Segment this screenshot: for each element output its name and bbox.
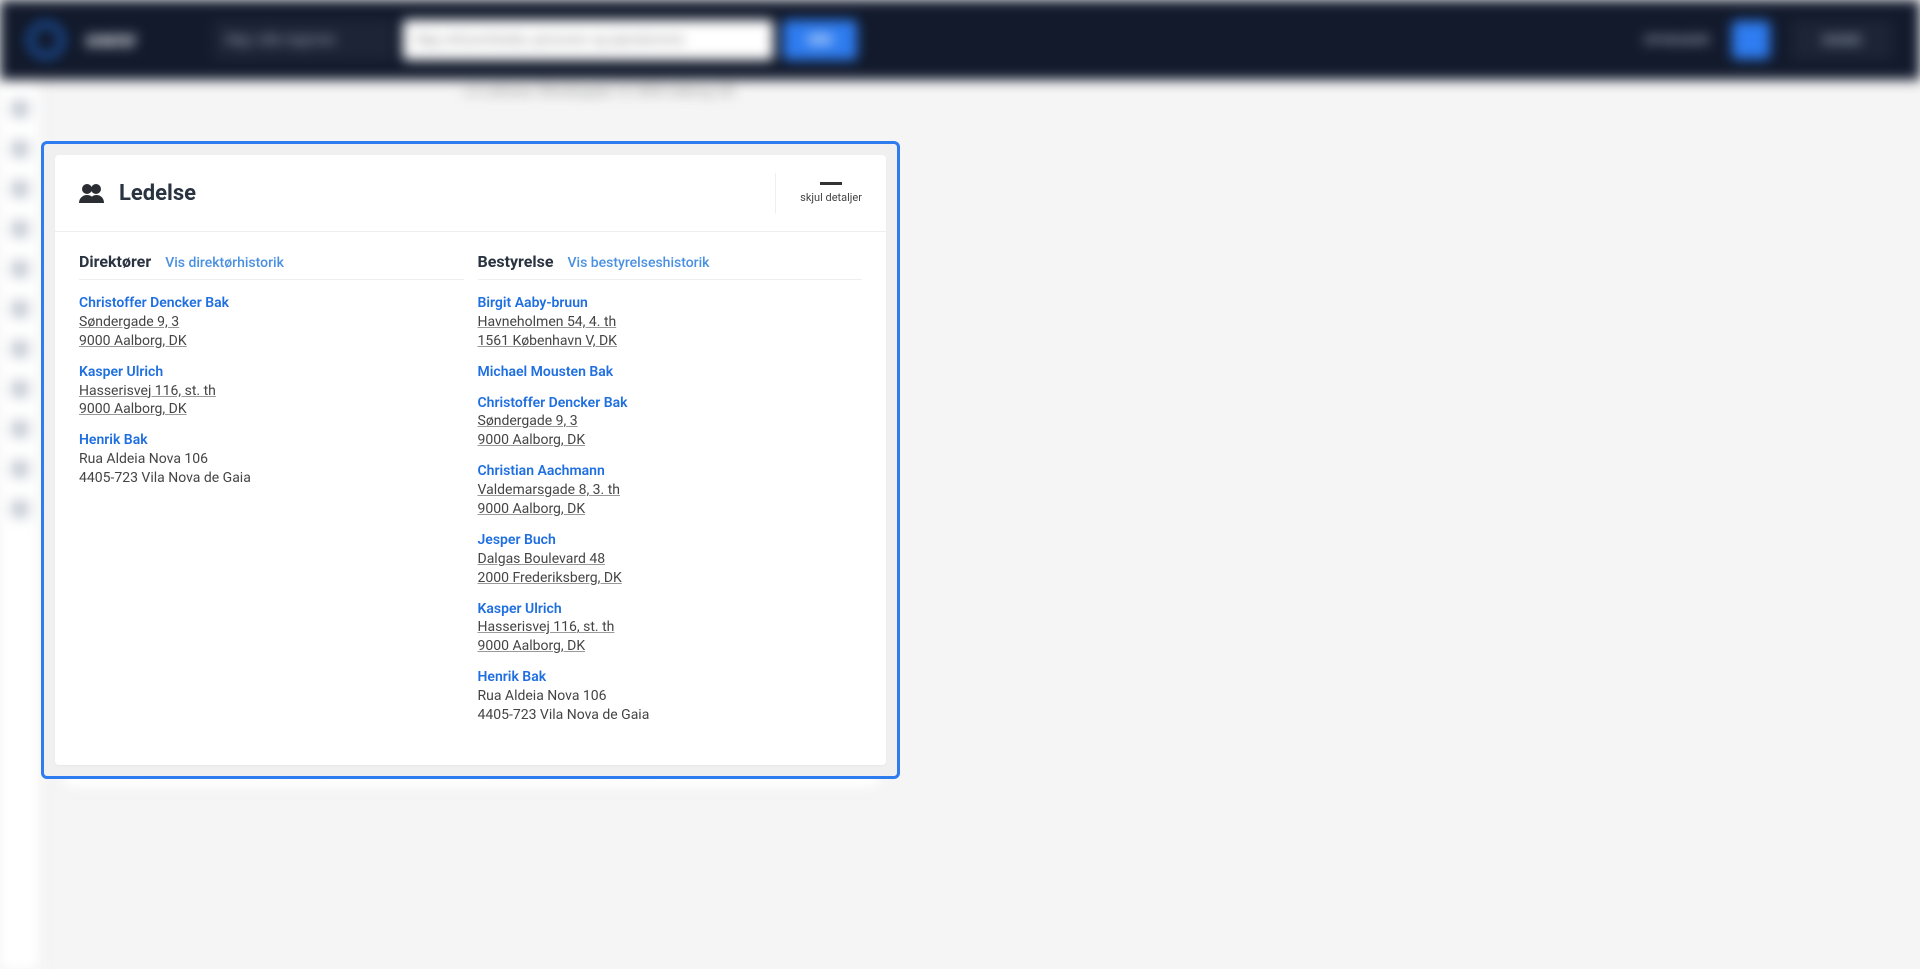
board-member-entry: Birgit Aaby-bruun Havneholmen 54, 4. th 15… xyxy=(478,294,863,351)
ledelse-card-header: Ledelse skjul detaljer xyxy=(55,155,886,232)
address-line: 4405-723 Vila Nova de Gaia xyxy=(79,469,464,488)
brand-logo-icon xyxy=(28,22,64,58)
language-selector[interactable]: DANSK xyxy=(1792,21,1892,59)
address-line: 4405-723 Vila Nova de Gaia xyxy=(478,706,863,725)
toggle-details-button[interactable]: skjul detaljer xyxy=(775,173,862,213)
board-heading: Bestyrelse xyxy=(478,252,554,271)
directors-heading: Direktører xyxy=(79,252,151,271)
address-line-link[interactable]: Søndergade 9, 3 xyxy=(79,314,179,330)
address-line-link[interactable]: Valdemarsgade 8, 3. th xyxy=(478,482,621,498)
director-entry: Henrik Bak Rua Aldeia Nova 1064405-723 Vi… xyxy=(79,431,464,488)
address-line-link[interactable]: Havneholmen 54, 4. th xyxy=(478,314,617,330)
address-line-link[interactable]: Hasserisvej 116, st. th xyxy=(478,619,615,635)
person-name-link[interactable]: Michael Mousten Bak xyxy=(478,364,614,380)
person-name-link[interactable]: Birgit Aaby-bruun xyxy=(478,295,588,311)
directors-column: Direktører Vis direktørhistorik Christof… xyxy=(79,252,464,737)
topbar: ownr Søg i alle regioner Søg virksomhede… xyxy=(0,0,1920,80)
ledelse-highlight-frame: Ledelse skjul detaljer Direktører Vis di… xyxy=(41,141,900,779)
brand-name: ownr xyxy=(86,28,137,53)
board-history-link[interactable]: Vis bestyrelseshistorik xyxy=(567,255,709,271)
search-input[interactable]: Søg virksomheder, personer og ejendomme xyxy=(403,20,773,60)
person-name-link[interactable]: Henrik Bak xyxy=(79,432,148,448)
address-line-link[interactable]: 9000 Aalborg, DK xyxy=(478,501,586,517)
person-name-link[interactable]: Christoffer Dencker Bak xyxy=(478,395,628,411)
address-line-link[interactable]: 9000 Aalborg, DK xyxy=(478,432,586,448)
board-member-entry: Jesper Buch Dalgas Boulevard 48 2000 Frede… xyxy=(478,531,863,588)
previous-card-snippet: c/o adresse: Blendergade 15, 9000 Aalbor… xyxy=(64,84,880,106)
rail-icon[interactable] xyxy=(11,140,29,158)
address-line-link[interactable]: Søndergade 9, 3 xyxy=(478,413,578,429)
rail-icon[interactable] xyxy=(11,100,29,118)
region-selector[interactable]: Søg i alle regioner xyxy=(213,20,393,60)
rail-icon[interactable] xyxy=(11,340,29,358)
address-line: Rua Aldeia Nova 106 xyxy=(478,687,863,706)
rail-icon[interactable] xyxy=(11,420,29,438)
directors-list: Christoffer Dencker Bak Søndergade 9, 3 90… xyxy=(79,294,464,488)
rail-icon[interactable] xyxy=(11,220,29,238)
person-name-link[interactable]: Kasper Ulrich xyxy=(478,601,562,617)
board-member-entry: Michael Mousten Bak xyxy=(478,363,863,382)
person-name-link[interactable]: Christoffer Dencker Bak xyxy=(79,295,229,311)
address-line-link[interactable]: 2000 Frederiksberg, DK xyxy=(478,570,622,586)
board-member-entry: Christian Aachmann Valdemarsgade 8, 3. th… xyxy=(478,462,863,519)
left-nav-rail xyxy=(0,80,40,969)
rail-icon[interactable] xyxy=(11,380,29,398)
board-column: Bestyrelse Vis bestyrelseshistorik Birgi… xyxy=(464,252,863,737)
upgrade-link[interactable]: OPGRADER xyxy=(1644,33,1710,47)
ledelse-card: Ledelse skjul detaljer Direktører Vis di… xyxy=(55,155,886,765)
directors-history-link[interactable]: Vis direktørhistorik xyxy=(165,255,284,271)
board-member-entry: Kasper Ulrich Hasserisvej 116, st. th 9000… xyxy=(478,600,863,657)
person-name-link[interactable]: Jesper Buch xyxy=(478,532,556,548)
board-member-entry: Henrik Bak Rua Aldeia Nova 1064405-723 Vi… xyxy=(478,668,863,725)
address-line-link[interactable]: 1561 København V, DK xyxy=(478,333,617,349)
rail-icon[interactable] xyxy=(11,460,29,478)
rail-icon[interactable] xyxy=(11,300,29,318)
director-entry: Kasper Ulrich Hasserisvej 116, st. th 9000… xyxy=(79,363,464,420)
address-line-link[interactable]: 9000 Aalborg, DK xyxy=(79,333,187,349)
rail-icon[interactable] xyxy=(11,180,29,198)
address-line-link[interactable]: Hasserisvej 116, st. th xyxy=(79,383,216,399)
search-button[interactable]: SØG xyxy=(783,20,857,60)
ledelse-card-title: Ledelse xyxy=(119,181,196,206)
person-name-link[interactable]: Kasper Ulrich xyxy=(79,364,163,380)
minus-icon xyxy=(820,182,842,185)
board-member-entry: Christoffer Dencker Bak Søndergade 9, 3 90… xyxy=(478,394,863,451)
user-avatar-icon[interactable] xyxy=(1732,21,1770,59)
person-name-link[interactable]: Henrik Bak xyxy=(478,669,547,685)
address-line-link[interactable]: 9000 Aalborg, DK xyxy=(478,638,586,654)
toggle-details-label: skjul detaljer xyxy=(800,191,862,204)
director-entry: Christoffer Dencker Bak Søndergade 9, 3 90… xyxy=(79,294,464,351)
people-icon xyxy=(79,183,105,203)
person-name-link[interactable]: Christian Aachmann xyxy=(478,463,605,479)
rail-icon[interactable] xyxy=(11,260,29,278)
search-group: Søg i alle regioner Søg virksomheder, pe… xyxy=(213,20,857,60)
rail-icon[interactable] xyxy=(11,500,29,518)
address-line-link[interactable]: 9000 Aalborg, DK xyxy=(79,401,187,417)
address-line-link[interactable]: Dalgas Boulevard 48 xyxy=(478,551,606,567)
board-list: Birgit Aaby-bruun Havneholmen 54, 4. th 15… xyxy=(478,294,863,725)
address-line: Rua Aldeia Nova 106 xyxy=(79,450,464,469)
